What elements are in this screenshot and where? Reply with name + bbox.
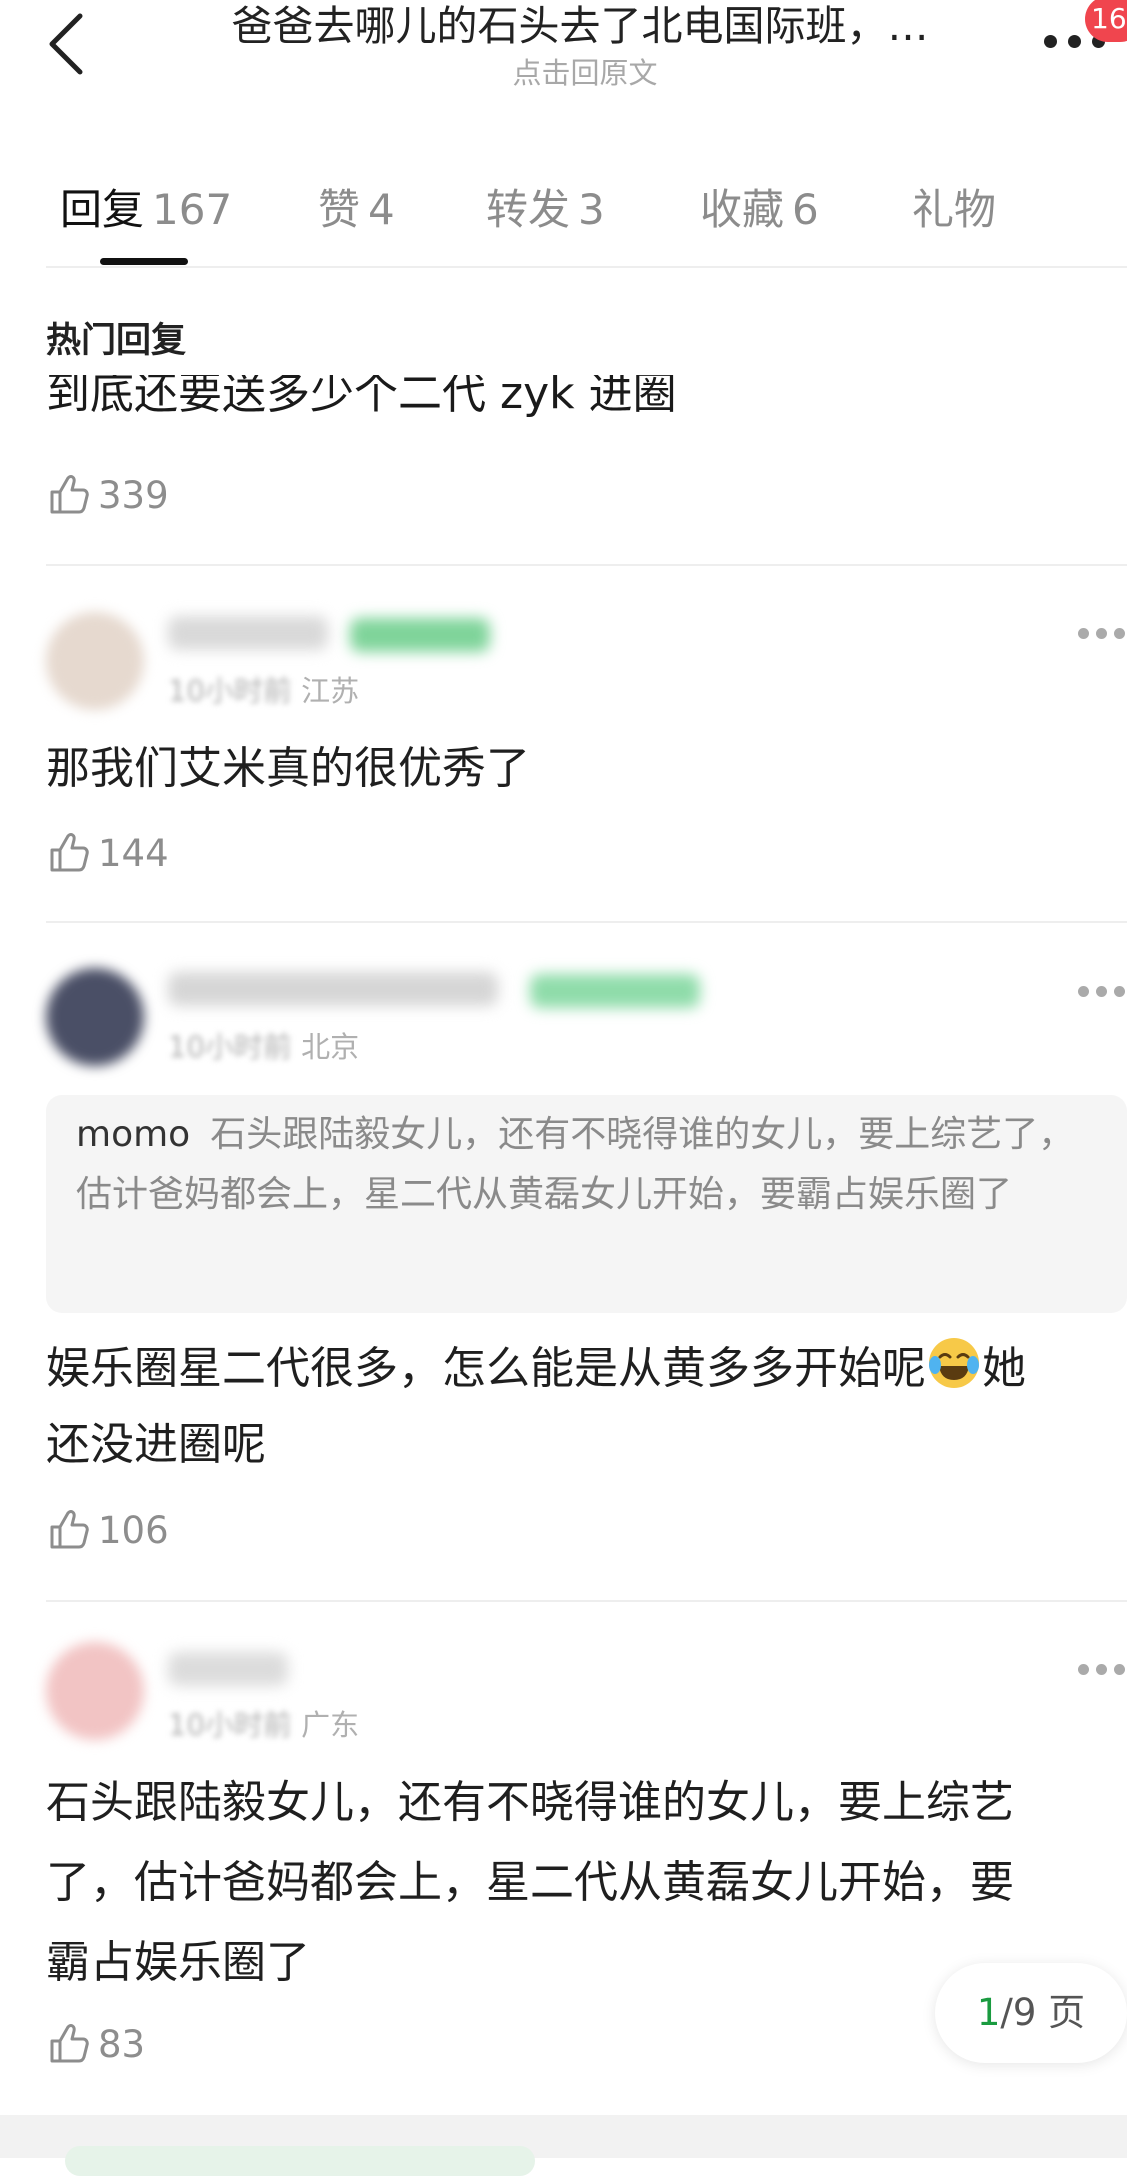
comment-more-icon[interactable] [1078,1664,1127,1678]
divider [46,1600,1127,1602]
like-count: 83 [98,2022,146,2066]
thumbs-up-icon [50,2024,89,2063]
comment-text-line: 还没进圈呢 [46,1419,266,1470]
tab-gifts[interactable]: 礼物 [912,176,996,237]
comment-more-icon[interactable] [1078,628,1127,642]
hot-replies-heading: 热门回复 [46,321,187,361]
comment-text-line: 霸占娱乐圈了 [46,1937,310,1988]
like-button[interactable]: 144 [46,828,169,878]
tab-likes[interactable]: 赞4 [318,176,395,237]
quoted-reply[interactable]: momo 石头跟陆毅女儿，还有不晓得谁的女儿，要上综艺了，估计爸妈都会上，星二代从… [46,1095,1127,1313]
like-button[interactable]: 83 [46,2019,145,2069]
back-to-original-link[interactable]: 点击回原文 [190,50,980,92]
thumbs-up-icon [50,475,89,514]
username[interactable] [168,616,328,650]
like-count: 144 [98,831,169,875]
thumbs-up-icon [50,833,89,872]
quoted-author: momo [76,1114,191,1155]
user-badge [350,618,490,652]
page-indicator[interactable]: 1/9 页 [935,1963,1127,2063]
like-count: 106 [98,1508,169,1552]
like-button[interactable]: 106 [46,1505,169,1555]
like-button[interactable]: 339 [46,470,169,520]
active-tab-indicator [100,258,188,265]
thumbs-up-icon [50,1510,89,1549]
back-arrow-icon[interactable] [44,8,94,78]
post-title[interactable]: 爸爸去哪儿的石头去了北电国际班，… [190,0,970,52]
username[interactable] [168,1652,288,1686]
tab-reposts[interactable]: 转发 3 [486,176,605,237]
divider [46,266,1127,268]
quoted-reply-text: momo 石头跟陆毅女儿，还有不晓得谁的女儿，要上综艺了，估计爸妈都会上，星二代从… [76,1114,1075,1215]
tab-favorites[interactable]: 收藏 6 [700,176,819,237]
avatar[interactable] [46,1642,144,1740]
avatar[interactable] [46,612,144,710]
divider [46,921,1127,923]
top-bar: 爸爸去哪儿的石头去了北电国际班，… 点击回原文 16 [0,0,1127,100]
tab-replies[interactable]: 回复 167 [60,176,232,237]
user-badge [530,974,700,1008]
divider [46,564,1127,566]
comment-meta: 10小时前 北京 [168,1030,360,1064]
comment-meta: 10小时前 江苏 [168,674,360,708]
username[interactable] [168,972,498,1006]
comment-meta: 10小时前 广东 [168,1708,360,1742]
notification-badge: 16 [1085,0,1127,42]
like-count: 339 [98,473,169,517]
laughing-crying-emoji-icon [929,1338,979,1388]
avatar[interactable] [46,968,144,1066]
bottom-input-hint[interactable] [65,2146,535,2176]
comment-text: 那我们艾米真的很优秀了 [46,743,530,794]
tab-bar: 回复 167 赞4 转发 3 收藏 6 礼物 [0,168,1127,268]
comment-more-icon[interactable] [1078,986,1127,1000]
comment-text: 到底还要送多少个二代 zyk 进圈 [46,375,677,419]
